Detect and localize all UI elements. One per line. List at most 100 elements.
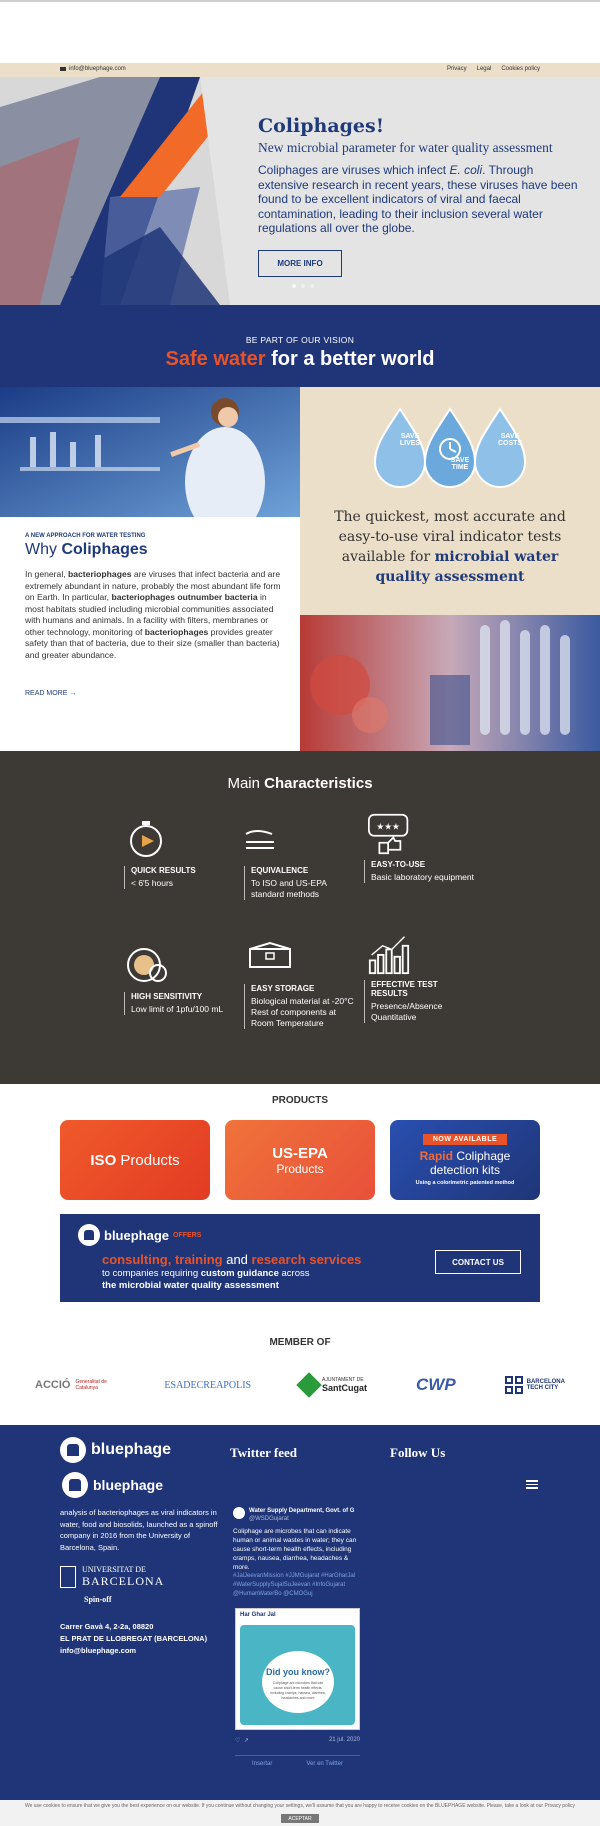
char-desc: To ISO and US-EPA standard methods — [244, 875, 354, 900]
email-link[interactable]: info@bluephage.com — [60, 66, 126, 72]
char-title: EQUIVALENCE — [244, 866, 354, 875]
char-title: QUICK RESULTS — [124, 866, 234, 875]
vision-headline-accent: Safe water — [165, 348, 266, 370]
barcelona-tech-city-logo[interactable]: BARCELONA TECH CITY — [504, 1376, 565, 1394]
slider-dots[interactable] — [292, 284, 314, 288]
char-title: EASY-TO-USE — [364, 860, 474, 869]
offer-line2-c: across — [278, 1268, 310, 1279]
rapid-title: Rapid Coliphage — [420, 1149, 511, 1163]
why-text-bold: bacteriophages outnumber bacteria — [111, 592, 258, 602]
why-text: In general, — [25, 569, 68, 579]
tweet-actions: Insertar Ver en Twitter — [235, 1761, 360, 1767]
hamburger-menu-icon[interactable] — [526, 1480, 538, 1489]
char-title: EASY STORAGE — [244, 984, 354, 993]
footer-email[interactable]: info@bluephage.com — [60, 1645, 207, 1657]
contact-us-button[interactable]: CONTACT US — [435, 1250, 521, 1274]
value-panel: SAVE LIVES SAVE TIME SAVE COSTS The quic… — [300, 387, 600, 615]
privacy-link[interactable]: Privacy — [447, 66, 467, 72]
us-epa-products-card[interactable]: US-EPA Products — [225, 1120, 375, 1200]
footer: bluephage Twitter feed Follow Us bluepha… — [0, 1425, 600, 1805]
tweet-account: Water Supply Department, Govt. of G — [249, 1508, 355, 1514]
tweet-image[interactable]: Har Ghar Jal Did you know? Coliphage are… — [235, 1608, 360, 1730]
university-logo[interactable]: UNIVERSITAT DE BARCELONA — [60, 1565, 164, 1589]
hero-slider: Coliphages! New microbial parameter for … — [0, 77, 600, 305]
tech-city-line2: TECH CITY — [526, 1385, 559, 1391]
offer-line1-c: research services — [251, 1252, 362, 1267]
slider-dot[interactable] — [310, 284, 314, 288]
santcugat-logo[interactable]: AJUNTAMENT DE SantCugat — [296, 1372, 367, 1398]
offer-brand: bluephage OFFERS — [78, 1224, 201, 1246]
characteristics-section: Main Characteristics QUICK RESULTS < 6'5… — [0, 751, 600, 1084]
thumbs-up-rating-icon: ★★★ — [368, 813, 409, 855]
rapid-kits-card[interactable]: NOW AVAILABLE Rapid Coliphage detection … — [390, 1120, 540, 1200]
char-easy-to-use: ★★★ EASY-TO-USE Basic laboratory equipme… — [364, 813, 474, 883]
tweet-like-icon[interactable]: ♡ ↗ — [235, 1737, 249, 1744]
embed-link[interactable]: Insertar — [252, 1761, 272, 1767]
offer-brand-name: bluephage — [104, 1227, 170, 1243]
products-heading: PRODUCTS — [271, 1095, 329, 1106]
lab-scientist-image — [0, 387, 300, 517]
accept-cookies-button[interactable]: ACEPTAR — [281, 1814, 319, 1823]
why-title-bold: Coliphages — [61, 541, 148, 558]
tweet-hashtags[interactable]: #JalJeevanMission #JJMGujarat #HarGharJa… — [233, 1572, 363, 1599]
hero-body-text: Coliphages are viruses which infect — [258, 163, 450, 177]
cwp-logo[interactable]: CWP — [416, 1375, 456, 1395]
follow-us-heading: Follow Us — [390, 1445, 446, 1460]
generalitat-text: Generalitat de Catalunya — [75, 1379, 107, 1391]
hero-body: Coliphages are viruses which infect E. c… — [258, 163, 578, 236]
storage-box-icon — [249, 941, 291, 968]
usepa-subtitle: Products — [276, 1161, 324, 1176]
svg-text:★★★: ★★★ — [376, 823, 400, 833]
member-heading: MEMBER OF — [269, 1337, 331, 1348]
tweet-image-tag: Har Ghar Jal — [240, 1612, 276, 1618]
slider-dot[interactable] — [292, 284, 296, 288]
save-lives-label: SAVE LIVES — [399, 433, 421, 447]
vision-headline-rest: for a better world — [265, 348, 435, 370]
tweet-card[interactable]: Water Supply Department, Govt. of G @WSD… — [233, 1507, 363, 1599]
vision-kicker: BE PART OF OUR VISION — [245, 335, 355, 345]
footer-about: analysis of bacteriophages as viral indi… — [60, 1508, 218, 1552]
more-info-button[interactable]: MORE INFO — [258, 250, 342, 277]
char-desc: < 6'5 hours — [124, 875, 234, 889]
hero-subtitle: New microbial parameter for water qualit… — [258, 140, 553, 155]
cookies-policy-link[interactable]: Cookies policy — [501, 66, 540, 72]
email-text: info@bluephage.com — [69, 66, 126, 72]
top-bar: info@bluephage.com Privacy Legal Cookies… — [0, 63, 600, 77]
why-kicker: A NEW APPROACH FOR WATER TESTING — [25, 533, 146, 539]
characteristics-title-plain: Main — [227, 775, 265, 792]
read-more-link[interactable]: READ MORE → — [25, 690, 76, 697]
why-text-bold: bacteriophages — [68, 569, 132, 579]
value-statement: The quickest, most accurate and easy-to-… — [320, 507, 580, 587]
twitter-feed-heading: Twitter feed — [230, 1445, 298, 1460]
iso-products-card[interactable]: ISO Products — [60, 1120, 210, 1200]
char-title: HIGH SENSITIVITY — [124, 992, 234, 1001]
characteristics-title-bold: Characteristics — [264, 775, 373, 792]
spinoff-label: Spin-off — [84, 1595, 112, 1604]
save-costs-label: SAVE COSTS — [497, 433, 523, 447]
slider-dot[interactable] — [301, 284, 305, 288]
offer-line1-a: consulting, training — [102, 1252, 223, 1267]
accio-logo[interactable]: ACCIÓ Generalitat de Catalunya — [35, 1379, 115, 1391]
view-on-twitter-link[interactable]: Ver en Twitter — [306, 1761, 343, 1767]
offer-line1-b: and — [222, 1252, 252, 1267]
esade-logo[interactable]: ESADECREAPOLIS — [164, 1380, 251, 1391]
offer-line1: consulting, training and research servic… — [102, 1252, 361, 1267]
char-desc: Presence/Absence Quantitative — [364, 998, 474, 1023]
why-title-plain: Why — [25, 541, 62, 558]
tweet-image-title: Did you know? — [266, 1667, 330, 1677]
tweet-meta: ♡ ↗ 21 jul. 2020 — [235, 1737, 360, 1744]
services-banner[interactable]: bluephage OFFERS consulting, training an… — [60, 1214, 540, 1302]
legal-link[interactable]: Legal — [477, 66, 492, 72]
why-coliphages-section: A NEW APPROACH FOR WATER TESTING Why Col… — [0, 517, 300, 751]
char-title: EFFECTIVE TEST RESULTS — [364, 980, 474, 998]
iso-products-label: ISO Products — [90, 1152, 179, 1169]
header-logo[interactable]: bluephage — [62, 1472, 163, 1498]
cookie-text: We use cookies to ensure that we give yo… — [24, 1803, 576, 1809]
rapid-bold: Rapid — [419, 1149, 453, 1163]
lab-photo — [0, 387, 300, 517]
tweet-divider — [235, 1755, 360, 1756]
bluephage-logo-icon — [60, 1437, 86, 1463]
drop-lives-icon — [373, 407, 427, 488]
iso-bold: ISO — [90, 1151, 117, 1169]
rapid-rest: Coliphage — [452, 1149, 511, 1163]
